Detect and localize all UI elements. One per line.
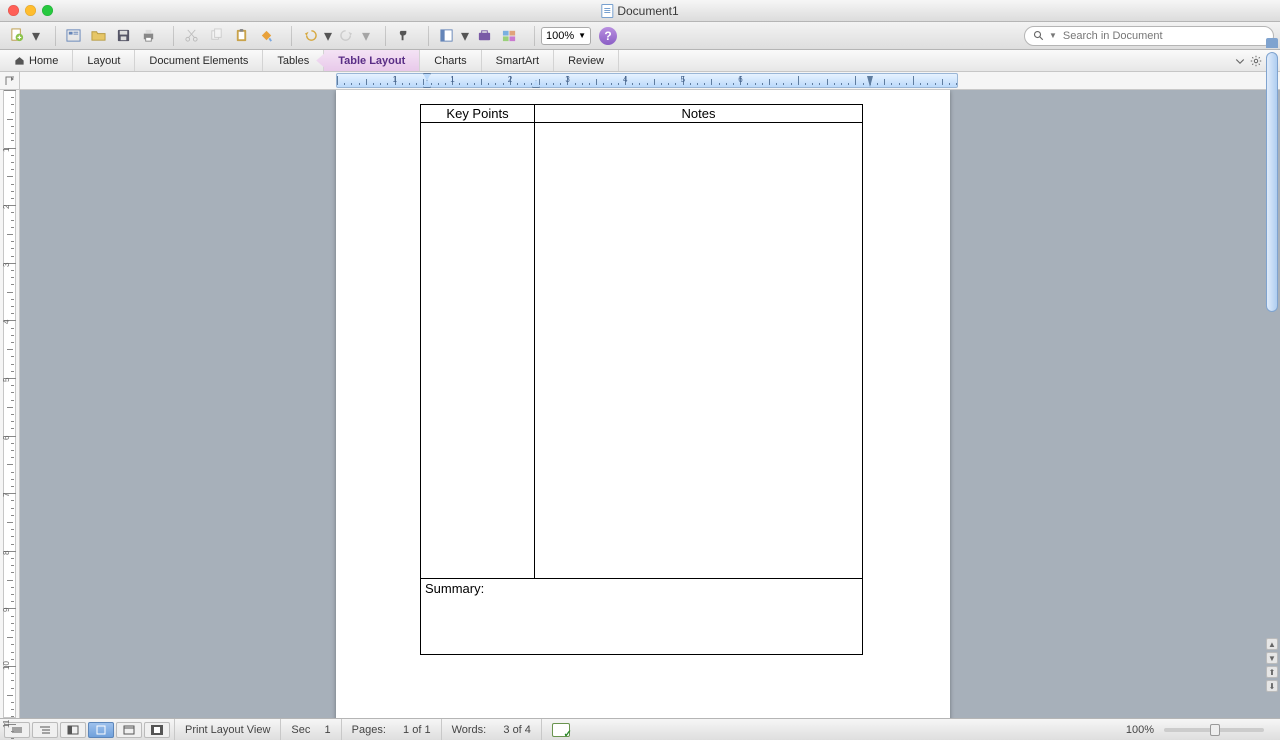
zoom-slider[interactable] [1164, 728, 1264, 732]
vertical-scrollbar[interactable]: ▲ ▼ ⬆ ⬇ [1266, 52, 1278, 692]
separator [173, 26, 174, 46]
cut-button[interactable] [180, 25, 202, 47]
vertical-ruler[interactable]: 1234567891011 [0, 90, 20, 718]
pages-indicator[interactable]: Pages: 1 of 1 [341, 719, 441, 740]
horizontal-ruler[interactable]: 1123456 [336, 73, 958, 88]
cornell-notes-table[interactable]: Key Points Notes Summary: [420, 104, 863, 655]
tab-layout[interactable]: Layout [73, 50, 135, 71]
sidebar-toggle-button[interactable] [435, 25, 457, 47]
horizontal-ruler-row: 1123456 [0, 72, 1280, 90]
show-formatting-button[interactable] [392, 25, 414, 47]
scroll-up-button[interactable]: ▲ [1266, 638, 1278, 650]
redo-dropdown[interactable]: ▾ [361, 25, 371, 47]
page-down-button[interactable]: ⬇ [1266, 680, 1278, 692]
search-placeholder: Search in Document [1063, 30, 1163, 42]
tab-smartart[interactable]: SmartArt [482, 50, 554, 71]
toolbox-button[interactable] [473, 25, 495, 47]
minimize-window-button[interactable] [25, 5, 36, 16]
copy-button[interactable] [205, 25, 227, 47]
view-label: Print Layout View [174, 719, 280, 740]
outline-view-button[interactable] [32, 722, 58, 738]
ribbon-tabs: Home Layout Document Elements Tables Tab… [0, 50, 1280, 72]
help-button[interactable]: ? [599, 27, 617, 45]
notebook-view-button[interactable] [116, 722, 142, 738]
separator [55, 26, 56, 46]
right-margin-marker[interactable] [867, 76, 873, 87]
zoom-percent[interactable]: 100% [1126, 724, 1154, 736]
close-window-button[interactable] [8, 5, 19, 16]
chevron-down-icon[interactable] [1234, 55, 1246, 67]
window-title: Document1 [601, 4, 678, 18]
zoom-window-button[interactable] [42, 5, 53, 16]
search-icon [1033, 30, 1045, 42]
gear-icon[interactable] [1250, 55, 1262, 67]
status-bar: Print Layout View Sec 1 Pages: 1 of 1 Wo… [0, 718, 1280, 740]
zoom-selector[interactable]: 100% ▼ [541, 27, 591, 45]
paste-button[interactable] [230, 25, 252, 47]
publishing-view-button[interactable] [60, 722, 86, 738]
table-cell-keypoints[interactable] [421, 123, 535, 579]
document-icon [601, 4, 613, 18]
template-button[interactable] [62, 25, 84, 47]
page-up-button[interactable]: ⬆ [1266, 666, 1278, 678]
table-cell-summary[interactable]: Summary: [421, 579, 863, 655]
redo-button[interactable] [336, 25, 358, 47]
tab-charts[interactable]: Charts [420, 50, 481, 71]
save-button[interactable] [112, 25, 134, 47]
document-canvas[interactable]: Key Points Notes Summary: [20, 90, 1280, 718]
sidebar-collapse-toggle[interactable] [1266, 38, 1278, 48]
table-header-notes[interactable]: Notes [535, 105, 863, 123]
format-painter-button[interactable] [255, 25, 277, 47]
separator [291, 26, 292, 46]
separator [534, 26, 535, 46]
tab-home[interactable]: Home [0, 50, 73, 71]
separator [428, 26, 429, 46]
tab-tables[interactable]: Tables [263, 50, 324, 71]
scrollbar-thumb[interactable] [1266, 52, 1278, 312]
separator [385, 26, 386, 46]
main-toolbar: ▾ ▾ ▾ ▾ 100% ▼ ? ▼ Search in Doc [0, 22, 1280, 50]
new-document-button[interactable] [6, 25, 28, 47]
spell-check-button[interactable] [541, 719, 580, 740]
scroll-down-button[interactable]: ▼ [1266, 652, 1278, 664]
gallery-button[interactable] [498, 25, 520, 47]
zoom-value: 100% [546, 30, 574, 42]
undo-button[interactable] [298, 25, 320, 47]
print-button[interactable] [137, 25, 159, 47]
window-controls [8, 5, 53, 16]
ruler-origin-button[interactable] [0, 72, 20, 90]
table-header-keypoints[interactable]: Key Points [421, 105, 535, 123]
undo-dropdown[interactable]: ▾ [323, 25, 333, 47]
new-document-dropdown[interactable]: ▾ [31, 25, 41, 47]
open-button[interactable] [87, 25, 109, 47]
document-title: Document1 [617, 4, 678, 18]
zoom-slider-thumb[interactable] [1210, 724, 1220, 736]
document-workspace: 1234567891011 Key Points Notes Summary: [0, 90, 1280, 718]
sidebar-dropdown[interactable]: ▾ [460, 25, 470, 47]
tab-review[interactable]: Review [554, 50, 619, 71]
table-cell-notes[interactable] [535, 123, 863, 579]
spell-check-icon [552, 723, 570, 737]
document-page: Key Points Notes Summary: [336, 90, 950, 718]
print-layout-view-button[interactable] [88, 722, 114, 738]
chevron-down-icon: ▼ [578, 31, 586, 40]
words-indicator[interactable]: Words: 3 of 4 [441, 719, 541, 740]
tab-table-layout[interactable]: Table Layout [324, 50, 420, 71]
chevron-down-icon: ▼ [1049, 31, 1057, 40]
search-input[interactable]: ▼ Search in Document [1024, 26, 1274, 46]
focus-view-button[interactable] [144, 722, 170, 738]
window-titlebar: Document1 [0, 0, 1280, 22]
view-switcher [0, 722, 174, 738]
tab-document-elements[interactable]: Document Elements [135, 50, 263, 71]
section-indicator[interactable]: Sec 1 [280, 719, 340, 740]
